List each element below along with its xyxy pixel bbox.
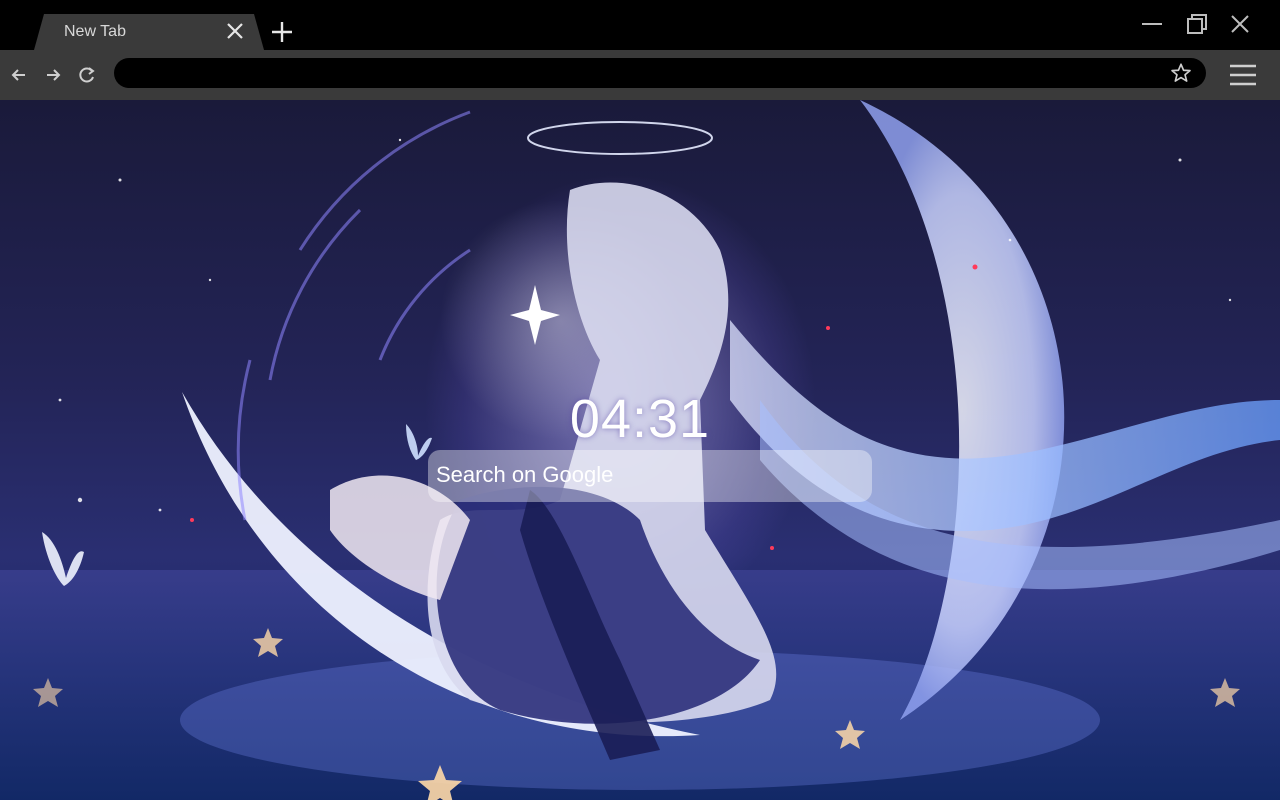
google-search-box[interactable]: Search on Google — [428, 450, 872, 502]
restore-icon[interactable] — [1185, 12, 1209, 36]
minimize-icon[interactable] — [1140, 12, 1164, 36]
browser-toolbar — [0, 50, 1280, 100]
back-arrow-icon[interactable] — [8, 64, 30, 86]
new-tab-page: 04:31 Search on Google — [0, 100, 1280, 800]
tab-new-tab[interactable]: New Tab — [34, 14, 264, 50]
bookmark-star-icon[interactable] — [1170, 62, 1192, 84]
clock: 04:31 — [569, 389, 711, 449]
close-window-icon[interactable] — [1228, 12, 1252, 36]
hamburger-menu-icon[interactable] — [1228, 62, 1258, 88]
tab-title: New Tab — [64, 23, 126, 40]
forward-arrow-icon[interactable] — [42, 64, 64, 86]
tab-close-icon[interactable] — [224, 20, 246, 42]
search-placeholder: Search on Google — [436, 462, 614, 487]
address-bar[interactable] — [114, 58, 1206, 88]
reload-icon[interactable] — [76, 64, 98, 86]
browser-titlebar: New Tab — [0, 0, 1280, 50]
new-tab-plus-icon[interactable] — [270, 20, 294, 44]
